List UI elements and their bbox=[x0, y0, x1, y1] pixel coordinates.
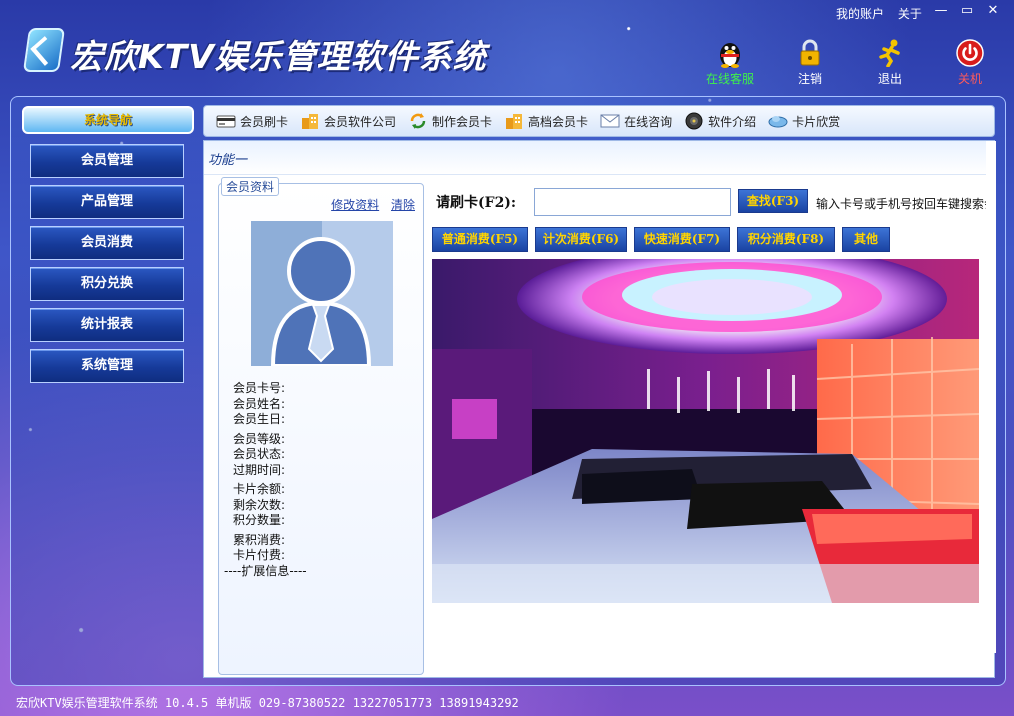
field-points: 积分数量: bbox=[233, 513, 286, 527]
field-remaining: 剩余次数: bbox=[233, 497, 286, 512]
online-service-button[interactable]: 在线客服 bbox=[690, 38, 770, 87]
member-info-panel: 会员资料 修改资料 清除 会员卡号: 会员姓名: 会员生日: 会员等级: 会员状… bbox=[218, 177, 424, 675]
minimize-button[interactable]: — bbox=[930, 4, 952, 20]
refresh-icon bbox=[408, 112, 428, 130]
other-button[interactable]: 其他 bbox=[842, 227, 890, 252]
close-button[interactable]: ✕ bbox=[982, 4, 1004, 20]
section-title: 功能一 bbox=[204, 141, 994, 175]
field-name: 会员姓名: bbox=[233, 396, 286, 411]
status-bar: 宏欣KTV娱乐管理软件系统 10.4.5 单机版 029-87380522 13… bbox=[16, 696, 519, 710]
sidebar-item-reports[interactable]: 统计报表 bbox=[30, 308, 184, 342]
shutdown-button[interactable]: 关机 bbox=[930, 38, 1010, 87]
exit-button[interactable]: 退出 bbox=[850, 38, 930, 87]
toolbar-make-member-card[interactable]: 制作会员卡 bbox=[408, 112, 492, 130]
mail-icon bbox=[600, 112, 620, 130]
sidebar-item-product-management[interactable]: 产品管理 bbox=[30, 185, 184, 219]
toolbar: 会员刷卡 会员软件公司 制作会员卡 高档会员卡 在线咨询 软件介绍 卡片欣赏 bbox=[203, 105, 995, 137]
toolbar-label: 软件介绍 bbox=[708, 114, 757, 129]
top-icon-label: 关机 bbox=[957, 72, 982, 86]
swipe-card-label: 请刷卡(F2): bbox=[436, 195, 517, 211]
card-reader-icon bbox=[216, 112, 236, 130]
building-icon bbox=[504, 112, 524, 130]
app-logo-icon bbox=[22, 28, 66, 72]
sidebar-item-system-management[interactable]: 系统管理 bbox=[30, 349, 184, 383]
toolbar-member-swipe[interactable]: 会员刷卡 bbox=[216, 112, 288, 130]
content-area: 功能一 会员资料 修改资料 清除 会员卡号: 会员姓名: 会员生日: 会员等级:… bbox=[203, 140, 997, 678]
building-icon bbox=[300, 112, 320, 130]
title-bar: 宏欣KTV娱乐管理软件系统 我的账户 关于 — ▭ ✕ 在线客服 注销 退出 关… bbox=[0, 0, 1014, 96]
field-level: 会员等级: bbox=[233, 431, 286, 446]
avatar-placeholder-icon bbox=[251, 221, 393, 368]
find-button[interactable]: 查找(F3) bbox=[738, 189, 808, 213]
toolbar-online-consult[interactable]: 在线咨询 bbox=[600, 112, 672, 130]
count-consume-button[interactable]: 计次消费(F6) bbox=[535, 227, 627, 252]
field-ext-info: ----扩展信息---- bbox=[224, 563, 307, 578]
disc-icon bbox=[684, 112, 704, 130]
quick-consume-button[interactable]: 快速消费(F7) bbox=[634, 227, 730, 252]
toolbar-label: 在线咨询 bbox=[624, 114, 673, 129]
points-consume-button[interactable]: 积分消费(F8) bbox=[737, 227, 835, 252]
toolbar-label: 制作会员卡 bbox=[432, 114, 493, 129]
member-fields: 会员卡号: 会员姓名: 会员生日: 会员等级: 会员状态: 过期时间: 卡片余额… bbox=[224, 381, 307, 579]
top-icon-label: 注销 bbox=[797, 72, 822, 86]
field-birthday: 会员生日: bbox=[233, 412, 286, 426]
logout-button[interactable]: 注销 bbox=[770, 38, 850, 87]
toolbar-label: 会员软件公司 bbox=[324, 114, 397, 129]
field-expire: 过期时间: bbox=[233, 462, 286, 477]
field-total-spent: 累积消费: bbox=[233, 532, 286, 547]
sidebar-item-member-consumption[interactable]: 会员消费 bbox=[30, 226, 184, 260]
sidebar-header: 系统导航 bbox=[22, 106, 194, 134]
toolbar-label: 卡片欣赏 bbox=[792, 114, 841, 129]
restore-button[interactable]: ▭ bbox=[956, 4, 978, 20]
top-icon-bar: 在线客服 注销 退出 关机 bbox=[690, 38, 1010, 87]
ktv-room-image bbox=[432, 259, 979, 603]
member-panel-legend: 会员资料 bbox=[221, 177, 280, 196]
toolbar-card-gallery[interactable]: 卡片欣赏 bbox=[768, 112, 840, 130]
top-links: 我的账户 关于 bbox=[836, 5, 932, 22]
top-icon-label: 退出 bbox=[877, 72, 902, 86]
toolbar-member-software-company[interactable]: 会员软件公司 bbox=[300, 112, 396, 130]
field-card-fee: 卡片付费: bbox=[233, 548, 286, 562]
toolbar-software-intro[interactable]: 软件介绍 bbox=[684, 112, 756, 130]
field-balance: 卡片余额: bbox=[233, 482, 286, 496]
my-account-link[interactable]: 我的账户 bbox=[836, 7, 884, 21]
vertical-scrollbar[interactable] bbox=[986, 141, 996, 653]
sidebar-item-member-management[interactable]: 会员管理 bbox=[30, 144, 184, 178]
sidebar-item-points-exchange[interactable]: 积分兑换 bbox=[30, 267, 184, 301]
normal-consume-button[interactable]: 普通消费(F5) bbox=[432, 227, 528, 252]
field-card-no: 会员卡号: bbox=[233, 381, 286, 395]
toolbar-label: 高档会员卡 bbox=[528, 114, 589, 129]
member-panel-links: 修改资料 清除 bbox=[323, 196, 415, 213]
qq-penguin-icon bbox=[715, 38, 745, 68]
lock-icon bbox=[795, 38, 825, 68]
window-controls: — ▭ ✕ bbox=[930, 4, 1004, 20]
edit-profile-link[interactable]: 修改资料 bbox=[331, 198, 379, 212]
power-icon bbox=[955, 38, 985, 68]
running-man-icon bbox=[875, 38, 905, 68]
cloud-icon bbox=[768, 112, 788, 130]
clear-link[interactable]: 清除 bbox=[391, 198, 415, 212]
app-title: 宏欣KTV娱乐管理软件系统 bbox=[70, 37, 487, 76]
top-icon-label: 在线客服 bbox=[705, 72, 754, 86]
toolbar-label: 会员刷卡 bbox=[240, 114, 289, 129]
field-status: 会员状态: bbox=[233, 447, 286, 461]
about-link[interactable]: 关于 bbox=[898, 7, 922, 21]
toolbar-premium-member-card[interactable]: 高档会员卡 bbox=[504, 112, 588, 130]
swipe-card-input[interactable] bbox=[534, 188, 731, 216]
search-hint: 输入卡号或手机号按回车键搜索会 bbox=[816, 197, 997, 211]
